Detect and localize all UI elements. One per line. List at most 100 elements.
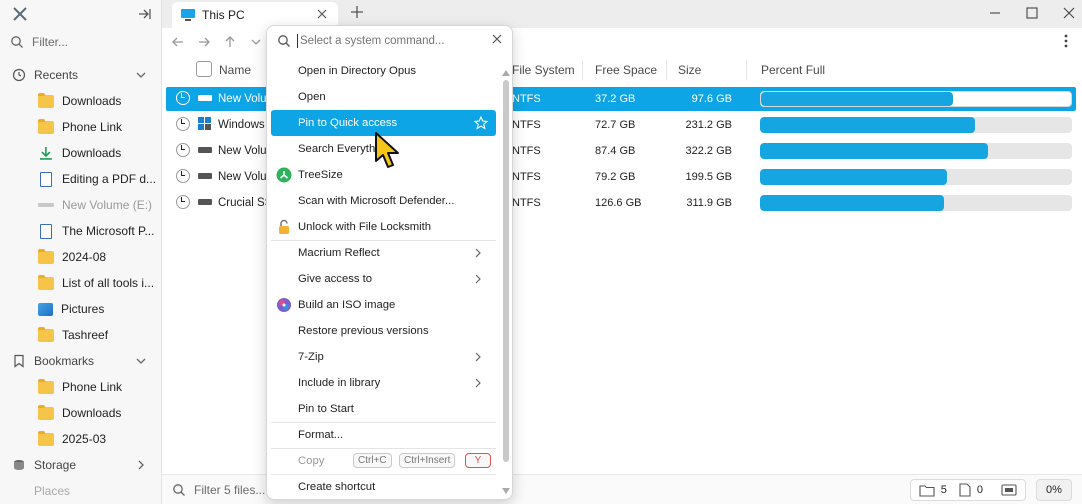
- view-toggle-icon[interactable]: [1001, 484, 1017, 496]
- command-7zip[interactable]: 7-Zip: [271, 344, 496, 370]
- command-create-shortcut[interactable]: Create shortcut: [271, 474, 496, 499]
- sidebar-item-label: List of all tools i...: [62, 276, 155, 290]
- command-label: Restore previous versions: [298, 325, 429, 337]
- command-palette: Open in Directory Opus Open Pin to Quick…: [266, 25, 513, 500]
- pictures-icon: [38, 302, 53, 316]
- star-icon[interactable]: [474, 116, 488, 130]
- chevron-down-icon[interactable]: [248, 34, 264, 50]
- new-tab-icon[interactable]: [350, 5, 364, 19]
- command-give-access-to[interactable]: Give access to: [271, 266, 496, 292]
- sidebar-section-recents[interactable]: Recents: [0, 62, 161, 88]
- command-include-in-library[interactable]: Include in library: [271, 370, 496, 396]
- chevron-right-icon: [475, 378, 481, 388]
- command-label: Pin to Start: [298, 403, 354, 415]
- up-icon[interactable]: [222, 34, 238, 50]
- command-pin-to-start[interactable]: Pin to Start: [271, 396, 496, 422]
- command-search[interactable]: [273, 29, 507, 53]
- drive-icon: [198, 199, 212, 205]
- unlock-icon: [279, 219, 289, 234]
- bookmark-item-phone-link[interactable]: Phone Link: [0, 374, 161, 400]
- chevron-right-icon[interactable]: [135, 459, 147, 471]
- computer-icon: [181, 9, 195, 21]
- drive-name: New Volu: [218, 171, 267, 183]
- command-copy[interactable]: Copy Ctrl+C Ctrl+Insert Y: [271, 448, 496, 474]
- column-size[interactable]: Size: [678, 63, 701, 77]
- sidebar-item-downloads-2[interactable]: Downloads: [0, 140, 161, 166]
- command-scan-defender[interactable]: Scan with Microsoft Defender...: [271, 188, 496, 214]
- chevron-down-icon[interactable]: [135, 69, 147, 81]
- clock-icon: [12, 68, 26, 82]
- back-icon[interactable]: [170, 34, 186, 50]
- command-macrium-reflect[interactable]: Macrium Reflect: [271, 240, 496, 266]
- more-options-icon[interactable]: [1064, 34, 1068, 48]
- maximize-icon[interactable]: [1023, 4, 1041, 22]
- close-tab-icon[interactable]: [316, 8, 328, 20]
- column-name[interactable]: Name: [219, 63, 251, 77]
- drive-name: Crucial SS: [218, 197, 273, 209]
- command-open[interactable]: Open: [271, 84, 496, 110]
- command-build-iso-image[interactable]: Build an ISO image: [271, 292, 496, 318]
- folder-icon: [38, 274, 54, 290]
- forward-icon[interactable]: [196, 34, 212, 50]
- minimize-icon[interactable]: [986, 4, 1004, 22]
- sidebar-item-new-volume-e[interactable]: New Volume (E:): [0, 192, 161, 218]
- clear-search-icon[interactable]: [492, 34, 502, 44]
- command-label: Format...: [298, 429, 344, 441]
- sidebar-item-tashreef[interactable]: Tashreef: [0, 322, 161, 348]
- sidebar-item-phone-link[interactable]: Phone Link: [0, 114, 161, 140]
- close-window-icon[interactable]: [1060, 4, 1078, 22]
- command-label: Open in Directory Opus: [298, 65, 417, 77]
- percent-full-fill: [760, 195, 945, 211]
- sidebar-item-pictures[interactable]: Pictures: [0, 296, 161, 322]
- sidebar-item-label: The Microsoft P...: [62, 224, 155, 238]
- command-open-in-directory-opus[interactable]: Open in Directory Opus: [271, 58, 496, 84]
- selection-percent[interactable]: 0%: [1036, 479, 1072, 501]
- sidebar-filter[interactable]: Filter...: [10, 32, 154, 52]
- column-divider[interactable]: [666, 60, 667, 80]
- folder-count: 5: [940, 484, 947, 496]
- sidebar-item-2024-08[interactable]: 2024-08: [0, 244, 161, 270]
- file-count: 0: [976, 484, 983, 496]
- command-label: Create shortcut: [298, 481, 376, 493]
- column-free-space[interactable]: Free Space: [595, 63, 657, 77]
- scrollbar-thumb[interactable]: [503, 80, 509, 462]
- command-label: TreeSize: [298, 169, 343, 181]
- select-all-checkbox[interactable]: [196, 61, 212, 77]
- sidebar-item-label: Downloads: [62, 406, 122, 420]
- history-icon: [176, 169, 190, 183]
- sidebar-section-places[interactable]: Places: [0, 478, 161, 504]
- sidebar-item-list-of-tools[interactable]: List of all tools i...: [0, 270, 161, 296]
- command-unlock-file-locksmith[interactable]: Unlock with File Locksmith: [271, 214, 496, 240]
- bookmark-item-2025-03[interactable]: 2025-03: [0, 426, 161, 452]
- percent-full-bar: [760, 117, 1072, 133]
- sidebar-item-editing-pdf[interactable]: Editing a PDF d...: [0, 166, 161, 192]
- sidebar-section-bookmarks[interactable]: Bookmarks: [0, 348, 161, 374]
- column-percent-full[interactable]: Percent Full: [761, 63, 825, 77]
- column-file-system[interactable]: File System: [512, 63, 575, 77]
- column-divider[interactable]: [582, 60, 583, 80]
- sidebar-item-microsoft-p[interactable]: The Microsoft P...: [0, 218, 161, 244]
- search-icon: [11, 36, 23, 48]
- scroll-down-icon[interactable]: [502, 488, 510, 494]
- chevron-right-icon: [475, 274, 481, 284]
- file-filter[interactable]: Filter 5 files...: [172, 483, 265, 497]
- drive-fs: NTFS: [512, 93, 541, 105]
- command-format[interactable]: Format...: [271, 422, 496, 448]
- drive-free: 72.7 GB: [595, 119, 636, 131]
- bookmark-item-downloads[interactable]: Downloads: [0, 400, 161, 426]
- storage-icon: [14, 460, 24, 470]
- history-icon: [176, 117, 190, 131]
- command-label: Scan with Microsoft Defender...: [298, 195, 455, 207]
- collapse-sidebar-icon[interactable]: [136, 5, 154, 23]
- sidebar-item-downloads[interactable]: Downloads: [0, 88, 161, 114]
- command-restore-previous-versions[interactable]: Restore previous versions: [271, 318, 496, 344]
- sidebar-section-storage[interactable]: Storage: [0, 452, 161, 478]
- section-label: Places: [34, 484, 71, 498]
- command-search-input[interactable]: [300, 35, 480, 47]
- drive-name: Windows: [218, 119, 265, 131]
- scroll-up-icon[interactable]: [502, 70, 510, 76]
- column-divider[interactable]: [746, 60, 747, 80]
- drive-icon: [38, 203, 54, 207]
- shortcut-ctrl-insert: Ctrl+Insert: [399, 453, 456, 468]
- chevron-down-icon[interactable]: [135, 355, 147, 367]
